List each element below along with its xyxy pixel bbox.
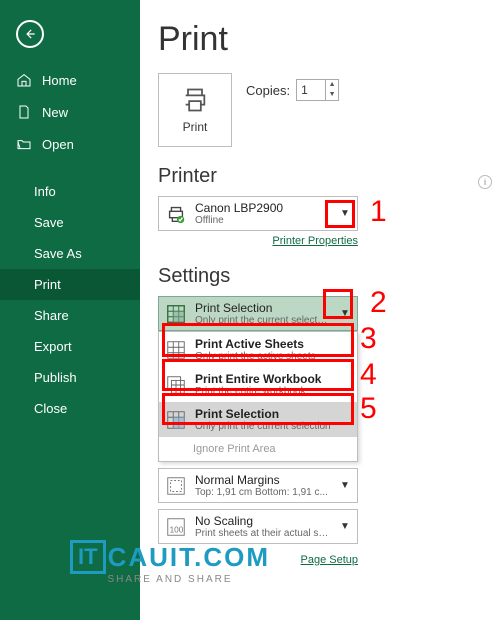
sidebar-item-home[interactable]: Home <box>0 64 140 96</box>
selection-icon <box>165 409 187 431</box>
dd-title: Print Selection <box>195 301 329 315</box>
sidebar-item-export[interactable]: Export <box>0 331 140 362</box>
back-button[interactable] <box>16 20 44 48</box>
page-title: Print <box>158 20 500 59</box>
menu-item-ignore-print-area: Ignore Print Area <box>159 437 357 461</box>
menu-item-active-sheets[interactable]: Print Active Sheets Only print the activ… <box>159 332 357 367</box>
sidebar-item-label: Open <box>42 137 74 152</box>
print-what-menu: Print Active Sheets Only print the activ… <box>158 331 358 462</box>
scale-icon: 100 <box>165 516 187 538</box>
printer-icon <box>181 86 209 114</box>
copies-value[interactable]: 1 <box>297 83 325 97</box>
sidebar-item-share[interactable]: Share <box>0 300 140 331</box>
copies-spinner[interactable]: 1 ▲ ▼ <box>296 79 339 101</box>
printer-dropdown[interactable]: Canon LBP2900 Offline ▼ <box>158 196 358 231</box>
sheet-icon <box>165 339 187 361</box>
open-folder-icon <box>16 136 32 152</box>
print-button[interactable]: Print <box>158 73 232 147</box>
watermark-logo: IT CAUIT.COM SHARE AND SHARE <box>40 540 300 585</box>
chevron-down-icon: ▼ <box>337 521 353 532</box>
sidebar-item-label: Home <box>42 73 77 88</box>
menu-item-print-selection[interactable]: Print Selection Only print the current s… <box>159 402 357 437</box>
main-panel: Print Print Copies: 1 ▲ ▼ Printer <box>140 0 500 620</box>
copies-label: Copies: <box>246 83 290 98</box>
sidebar-item-info[interactable]: Info <box>0 176 140 207</box>
printer-heading: Printer <box>158 165 500 188</box>
printer-name: Canon LBP2900 <box>195 201 329 215</box>
chevron-down-icon: ▼ <box>337 480 353 491</box>
sidebar-item-open[interactable]: Open <box>0 128 140 160</box>
sidebar-item-close[interactable]: Close <box>0 393 140 424</box>
sidebar-item-save[interactable]: Save <box>0 207 140 238</box>
sidebar-item-new[interactable]: New <box>0 96 140 128</box>
print-what-dropdown[interactable]: Print Selection Only print the current s… <box>158 296 358 331</box>
sidebar-item-save-as[interactable]: Save As <box>0 238 140 269</box>
sheet-selection-icon <box>165 303 187 325</box>
printer-properties-link[interactable]: Printer Properties <box>158 235 358 247</box>
back-arrow-icon <box>23 27 37 41</box>
printer-device-icon <box>165 203 187 225</box>
sidebar-item-label: New <box>42 105 68 120</box>
margins-icon <box>165 475 187 497</box>
copies-up[interactable]: ▲ <box>326 80 338 90</box>
sidebar-item-print[interactable]: Print <box>0 269 140 300</box>
printer-status: Offline <box>195 215 329 226</box>
settings-heading: Settings <box>158 265 500 288</box>
menu-item-entire-workbook[interactable]: Print Entire Workbook Print the entire w… <box>159 367 357 402</box>
svg-text:100: 100 <box>170 525 184 534</box>
new-doc-icon <box>16 104 32 120</box>
workbook-icon <box>165 374 187 396</box>
sidebar-item-publish[interactable]: Publish <box>0 362 140 393</box>
margins-dropdown[interactable]: Normal Margins Top: 1,91 cm Bottom: 1,91… <box>158 468 358 503</box>
chevron-down-icon: ▼ <box>337 308 353 319</box>
print-button-label: Print <box>183 120 208 134</box>
chevron-down-icon: ▼ <box>337 208 353 219</box>
copies-down[interactable]: ▼ <box>326 90 338 100</box>
backstage-sidebar: Home New Open Info Save Save As Print Sh… <box>0 0 140 620</box>
scaling-dropdown[interactable]: 100 No Scaling Print sheets at their act… <box>158 509 358 544</box>
dd-sub: Only print the current selection <box>195 315 329 326</box>
home-icon <box>16 72 32 88</box>
info-icon[interactable]: i <box>478 175 492 189</box>
